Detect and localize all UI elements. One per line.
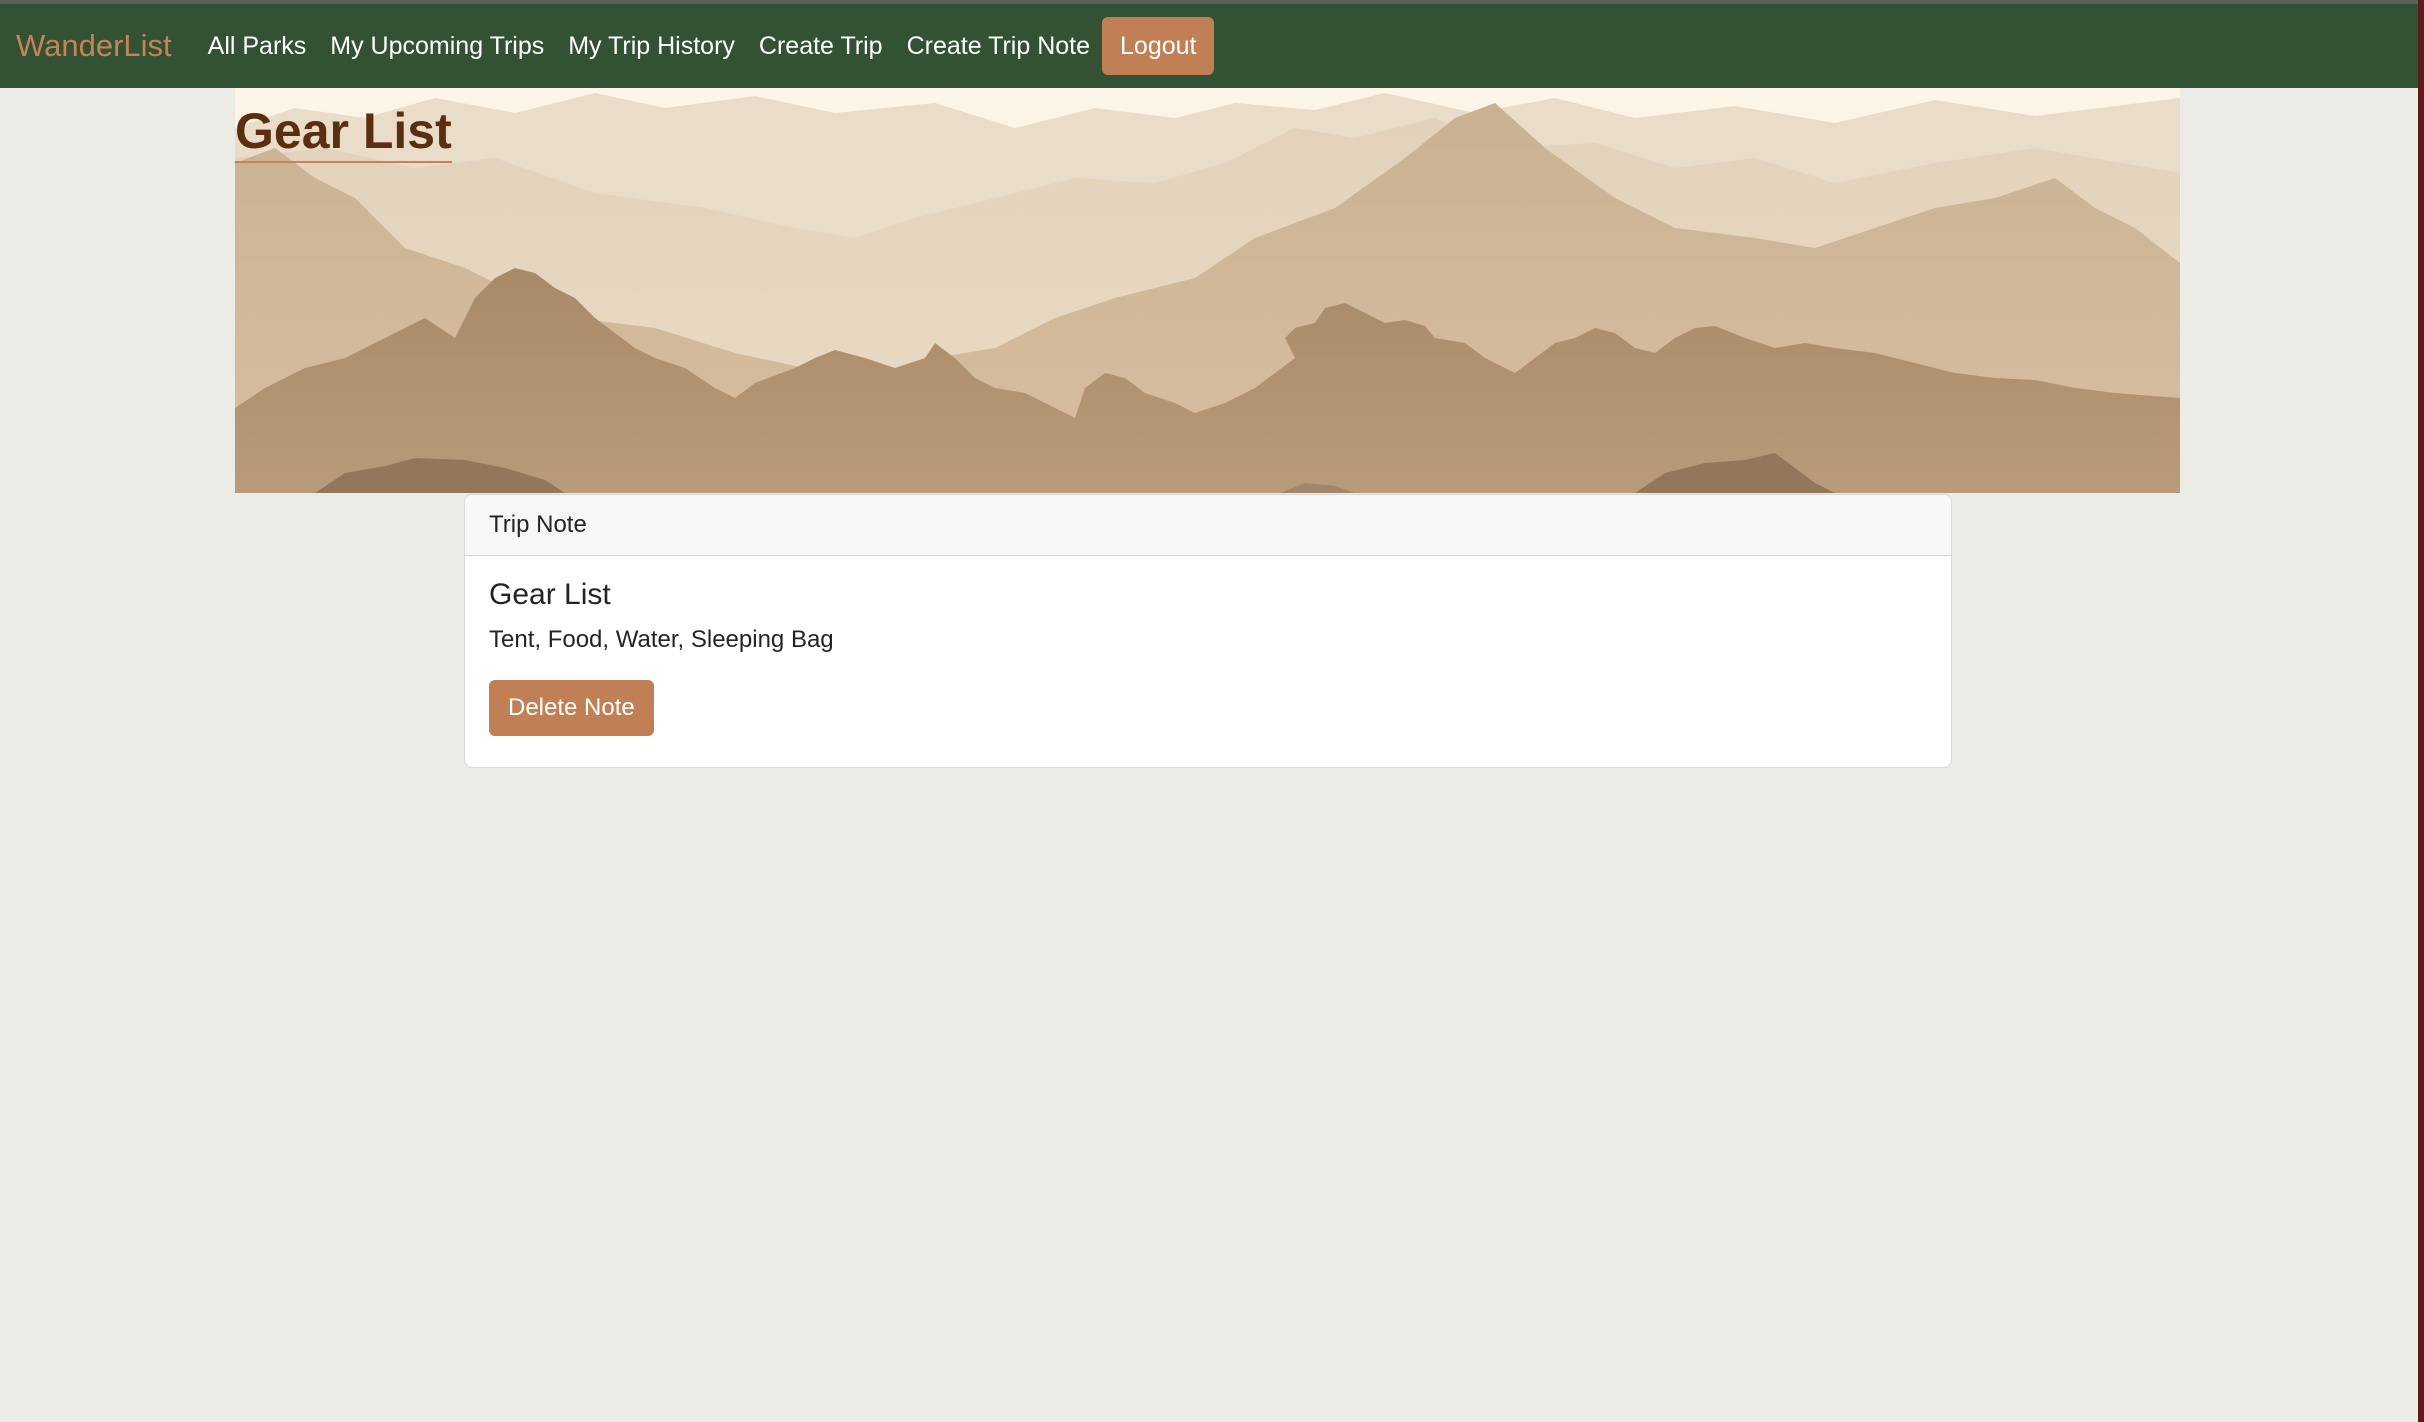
logout-button[interactable]: Logout bbox=[1102, 17, 1215, 75]
mountain-landscape-image bbox=[235, 88, 2180, 493]
note-text: Tent, Food, Water, Sleeping Bag bbox=[489, 626, 834, 653]
window-right-edge bbox=[2418, 0, 2424, 1422]
nav-link-trip-history[interactable]: My Trip History bbox=[556, 32, 747, 61]
nav-link-create-trip-note[interactable]: Create Trip Note bbox=[895, 32, 1102, 61]
hero-banner: Gear List bbox=[235, 88, 2180, 493]
nav-link-upcoming-trips[interactable]: My Upcoming Trips bbox=[318, 32, 556, 61]
card-header: Trip Note bbox=[465, 495, 1951, 556]
card-body: Gear List Tent, Food, Water, Sleeping Ba… bbox=[465, 556, 1951, 758]
note-title: Gear List bbox=[489, 578, 611, 611]
nav-link-create-trip[interactable]: Create Trip bbox=[747, 32, 895, 61]
brand-link[interactable]: WanderList bbox=[16, 28, 172, 64]
navbar: WanderList All Parks My Upcoming Trips M… bbox=[0, 4, 2418, 88]
page: WanderList All Parks My Upcoming Trips M… bbox=[0, 0, 2424, 1422]
page-title: Gear List bbox=[235, 104, 452, 163]
nav-link-all-parks[interactable]: All Parks bbox=[196, 32, 319, 61]
trip-note-card: Trip Note Gear List Tent, Food, Water, S… bbox=[464, 494, 1952, 768]
delete-note-button[interactable]: Delete Note bbox=[489, 680, 654, 736]
